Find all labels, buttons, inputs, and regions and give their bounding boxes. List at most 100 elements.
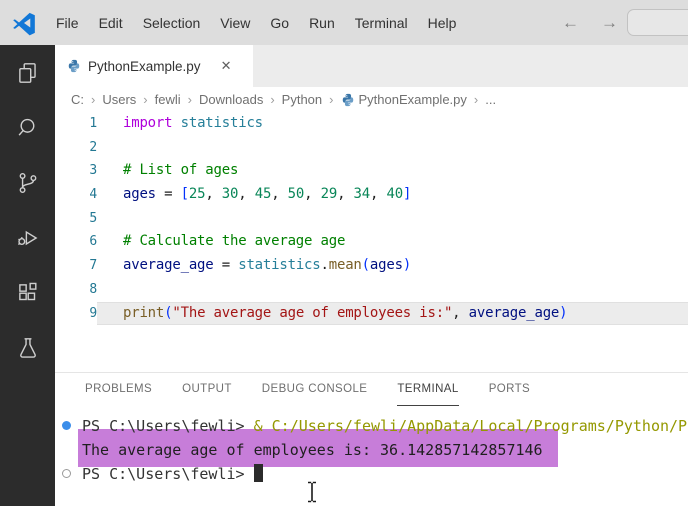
code-editor[interactable]: 1 import statistics 2 3 # List of ages 4 ages …: [55, 112, 688, 326]
vscode-logo-icon: [13, 12, 35, 35]
terminal-prompt: PS C:\Users\fewli>: [82, 465, 254, 483]
nav-forward-icon[interactable]: →: [597, 11, 622, 35]
terminal-prompt: PS C:\Users\fewli>: [82, 417, 254, 435]
breadcrumb-label: C:: [71, 92, 84, 107]
tab-pythonexample[interactable]: PythonExample.py ✕: [55, 45, 253, 87]
editor-group: PythonExample.py ✕ C: › Users › fewli › Downlo…: [55, 45, 688, 506]
breadcrumb-label: Python: [281, 92, 323, 107]
token-bracket: [: [180, 186, 189, 203]
panel-tab-output[interactable]: OUTPUT: [182, 373, 232, 406]
terminal-block-cursor: [253, 464, 263, 482]
tab-close-icon[interactable]: ✕: [218, 57, 235, 75]
menu-item-selection[interactable]: Selection: [133, 10, 211, 36]
nav-back-icon[interactable]: ←: [558, 11, 583, 35]
explorer-icon[interactable]: [0, 45, 55, 100]
token-string: "The average age of employees is:": [172, 304, 453, 321]
token-comment: # Calculate the average age: [123, 233, 346, 250]
token-var: ages: [123, 186, 156, 203]
panel-tab-ports[interactable]: PORTS: [489, 373, 530, 406]
token-num: 29: [320, 186, 338, 203]
token-bracket: ): [559, 304, 568, 321]
panel-tab-debug-console[interactable]: DEBUG CONSOLE: [262, 373, 368, 406]
panel-tab-terminal[interactable]: TERMINAL: [397, 373, 459, 406]
token-func: print: [123, 304, 165, 321]
line-number: 9: [55, 301, 97, 326]
source-control-icon[interactable]: [0, 155, 55, 210]
extensions-icon[interactable]: [0, 265, 55, 320]
code-text: # Calculate the average age: [123, 230, 345, 254]
terminal-line[interactable]: The average age of employees is: 36.1428…: [55, 438, 688, 462]
titlebar: File Edit Selection View Go Run Terminal Help ←…: [0, 0, 688, 45]
code-line[interactable]: 9 print("The average age of employees is:…: [55, 301, 688, 326]
breadcrumb-item[interactable]: Users: [100, 92, 138, 107]
panel-tab-problems[interactable]: PROBLEMS: [85, 373, 152, 406]
terminal[interactable]: PS C:\Users\fewli> & C:/Users/fewli/AppD…: [55, 406, 688, 506]
token-module: statistics: [180, 115, 263, 131]
token-bracket: ]: [402, 186, 412, 203]
menu-item-view[interactable]: View: [210, 10, 260, 36]
line-number: 1: [89, 116, 97, 131]
token-plain: ,: [452, 304, 469, 321]
code-line[interactable]: 3 # List of ages: [55, 159, 688, 183]
breadcrumb-label: ...: [485, 92, 497, 107]
terminal-decoration-pending-circle[interactable]: [62, 469, 71, 478]
breadcrumb-item[interactable]: Python: [280, 92, 324, 107]
token-bracket: (: [361, 257, 370, 274]
menu-item-help[interactable]: Help: [418, 10, 467, 36]
code-line[interactable]: 1 import statistics: [55, 112, 688, 136]
token-keyword: import: [123, 115, 173, 131]
token-bracket: ): [402, 257, 412, 274]
search-icon[interactable]: [0, 100, 55, 155]
code-line[interactable]: 2: [55, 136, 688, 160]
breadcrumb-item[interactable]: Downloads: [197, 92, 265, 107]
line-number: 6: [89, 234, 97, 250]
line-number: 4: [89, 187, 97, 203]
code-text: import statistics: [123, 112, 263, 136]
code-line[interactable]: 5: [55, 207, 688, 231]
run-and-debug-icon[interactable]: [0, 210, 55, 265]
code-line[interactable]: 6 # Calculate the average age: [55, 230, 688, 254]
terminal-command: & C:/Users/fewli/AppData/Local/Programs/…: [253, 417, 688, 435]
terminal-decoration-success-dot[interactable]: [62, 421, 71, 430]
breadcrumb-python-icon: [342, 93, 353, 106]
line-number: 5: [89, 210, 97, 226]
terminal-line[interactable]: PS C:\Users\fewli> & C:/Users/fewli/AppD…: [55, 414, 688, 438]
token-num: 34: [353, 186, 371, 203]
token-plain: ,: [370, 186, 387, 203]
line-number: 2: [89, 139, 97, 155]
breadcrumb-item[interactable]: PythonExample.py: [339, 92, 469, 107]
token-var: average_age: [123, 257, 214, 274]
code-text: average_age = statistics.mean(ages): [123, 254, 411, 278]
line-number: 8: [89, 281, 97, 297]
token-num: 40: [386, 186, 403, 203]
menu-item-edit[interactable]: Edit: [89, 10, 133, 36]
token-plain: .: [320, 257, 329, 274]
code-line[interactable]: 7 average_age = statistics.mean(ages): [55, 254, 688, 278]
breadcrumb-item[interactable]: C:: [69, 92, 86, 107]
breadcrumb-separator-icon: ›: [143, 92, 148, 107]
breadcrumb-label: Users: [102, 92, 137, 107]
testing-icon[interactable]: [0, 320, 55, 375]
token-num: 25: [188, 186, 206, 203]
mouse-ibeam-cursor: [308, 481, 316, 503]
breadcrumb-separator-icon: ›: [473, 92, 479, 107]
token-num: 30: [221, 186, 239, 203]
menu-item-go[interactable]: Go: [260, 10, 299, 36]
breadcrumb: C: › Users › fewli › Downloads › Python › PythonE…: [55, 87, 688, 112]
menu-item-terminal[interactable]: Terminal: [345, 10, 418, 36]
menu-item-file[interactable]: File: [46, 10, 89, 36]
breadcrumb-separator-icon: ›: [187, 92, 192, 107]
terminal-line[interactable]: PS C:\Users\fewli>: [55, 462, 688, 486]
menu-item-run[interactable]: Run: [299, 10, 345, 36]
breadcrumb-item[interactable]: fewli: [153, 92, 183, 107]
token-module: statistics: [238, 257, 321, 274]
command-search-box[interactable]: [627, 9, 688, 36]
code-line[interactable]: 8: [55, 278, 688, 302]
breadcrumb-item[interactable]: ...: [483, 92, 498, 107]
token-num: 45: [254, 186, 272, 203]
breadcrumb-separator-icon: ›: [329, 92, 334, 107]
menubar: File Edit Selection View Go Run Terminal Help: [46, 10, 466, 36]
code-line[interactable]: 4 ages = [25, 30, 45, 50, 29, 34, 40]: [55, 183, 688, 207]
token-plain: ,: [337, 186, 354, 203]
